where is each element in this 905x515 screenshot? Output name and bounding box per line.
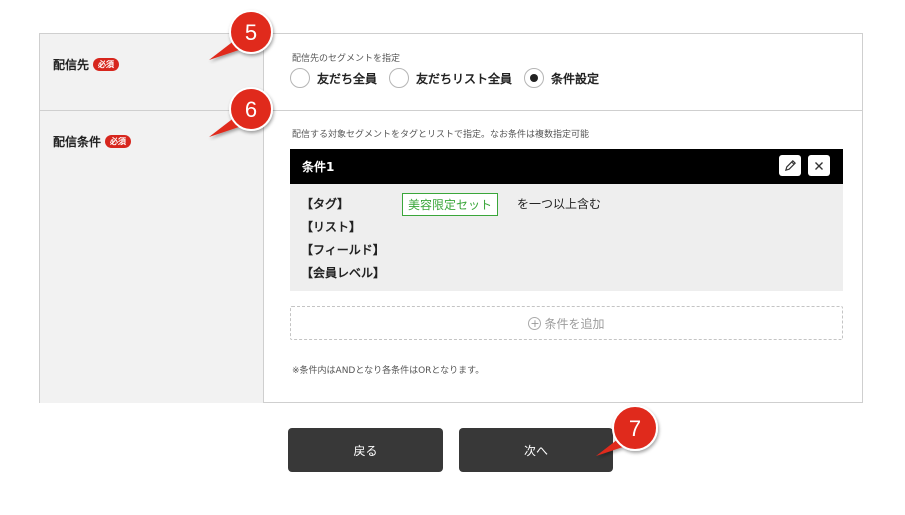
radio-label: 条件設定 [551,71,600,86]
radio-label: 友だちリスト全員 [416,71,513,86]
radio-button[interactable] [290,68,310,88]
plus-circle-icon: + [528,316,542,330]
remove-condition-button[interactable] [808,155,830,176]
delivery-condition-label: 配信条件 [53,135,102,149]
radio-condition-setting[interactable]: 条件設定 [524,68,599,88]
callout-6: 6 [209,87,273,137]
condition-card: 条件1 【タグ】 美容限定セット を一つ以上含む 【リスト】 【フィールド】 【… [290,149,843,291]
required-badge: 必須 [93,58,120,71]
callout-number: 6 [245,97,257,122]
required-badge: 必須 [105,135,132,148]
delivery-condition-cell: 配信する対象セグメントをタグとリストで指定。なお条件は複数指定可能 条件1 【タ… [265,111,862,403]
callout-7: 7 [596,405,658,456]
callout-number: 7 [629,416,641,441]
condition-card-header: 条件1 [290,149,843,184]
condition-key: 【フィールド】 [301,243,385,257]
condition-title: 条件1 [302,160,335,174]
delivery-target-radio-group: 友だち全員 友だちリスト全員 条件設定 [290,68,611,88]
close-icon [815,161,823,170]
condition-suffix: を一つ以上含む [517,197,602,211]
back-button[interactable]: 戻る [288,428,443,472]
edit-condition-button[interactable] [779,155,801,176]
add-condition-label: 条件を追加 [544,316,605,331]
delivery-condition-header: 配信条件 必須 [40,111,264,403]
pencil-icon [784,160,796,172]
delivery-condition-row: 配信条件 必須 配信する対象セグメントをタグとリストで指定。なお条件は複数指定可… [40,111,862,403]
condition-key: 【リスト】 [301,220,362,234]
radio-button[interactable] [389,68,410,88]
condition-note: ※条件内はANDとなり各条件はORとなります。 [292,366,485,376]
segment-form: 配信先 必須 配信先のセグメントを指定 友だち全員 友だちリスト全員 条件設定 [39,33,863,403]
delivery-target-row: 配信先 必須 配信先のセグメントを指定 友だち全員 友だちリスト全員 条件設定 [40,34,862,111]
radio-all-friend-lists[interactable]: 友だちリスト全員 [389,68,512,88]
delivery-target-cell: 配信先のセグメントを指定 友だち全員 友だちリスト全員 条件設定 [265,34,862,110]
condition-key: 【会員レベル】 [301,266,386,280]
callout-number: 5 [245,20,257,45]
delivery-target-hint: 配信先のセグメントを指定 [292,54,401,64]
delivery-target-label: 配信先 [53,58,90,72]
radio-all-friends[interactable]: 友だち全員 [290,68,377,88]
radio-button-checked[interactable] [524,68,545,88]
tag-chip: 美容限定セット [402,193,499,216]
radio-label: 友だち全員 [317,71,378,86]
callout-5: 5 [209,10,273,60]
delivery-condition-hint: 配信する対象セグメントをタグとリストで指定。なお条件は複数指定可能 [292,130,590,140]
add-condition-button[interactable]: + 条件を追加 [290,306,843,340]
condition-key: 【タグ】 [301,197,350,211]
